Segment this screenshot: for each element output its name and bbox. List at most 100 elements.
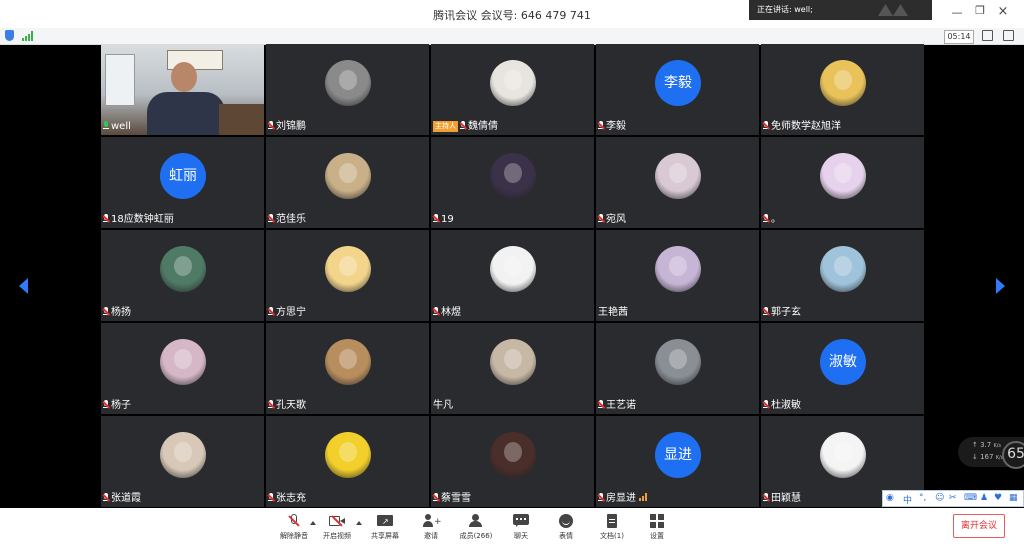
avatar [820, 246, 866, 292]
share-screen-icon: ↗ [377, 514, 393, 528]
participant-tile[interactable]: 王艺诺 [596, 323, 759, 414]
video-options-caret-icon[interactable] [356, 521, 362, 525]
ime-keyboard-icon[interactable]: ⌨ [964, 493, 977, 503]
ime-scissors-icon[interactable]: ✂ [949, 493, 957, 503]
mic-active-icon [103, 121, 109, 130]
participant-tile[interactable]: 杨扬 [101, 230, 264, 321]
restore-icon[interactable]: ❐ [973, 4, 987, 17]
settings-button[interactable]: 设置 [637, 514, 677, 541]
participant-tile[interactable]: 孔天歌 [266, 323, 429, 414]
participant-tile[interactable]: 张志充 [266, 416, 429, 507]
add-user-icon: + [423, 514, 442, 528]
start-video-label: 开启视频 [323, 532, 351, 540]
participant-tile[interactable]: 李毅 李毅 [596, 44, 759, 135]
participant-tile[interactable]: 林煜 [431, 230, 594, 321]
invite-button[interactable]: + 邀请 [411, 514, 451, 541]
participant-label: 杜淑敏 [763, 399, 801, 412]
ime-logo-icon[interactable]: ◉ [886, 493, 894, 503]
members-button[interactable]: 成员(266) [456, 514, 496, 541]
avatar [325, 60, 371, 106]
participant-name: 方思宁 [276, 307, 306, 318]
unmute-button[interactable]: 解除静音 [274, 514, 314, 541]
avatar: 虹丽 [160, 153, 206, 199]
layout-toggle-icon[interactable] [982, 30, 993, 41]
upload-speed: 3.7 [980, 441, 992, 449]
mic-muted-icon [268, 493, 274, 502]
members-label: 成员(266) [459, 532, 493, 540]
fullscreen-icon[interactable] [1003, 30, 1014, 41]
start-video-button[interactable]: 开启视频 [317, 514, 357, 541]
previous-page-arrow-icon[interactable] [19, 278, 28, 294]
avatar [820, 60, 866, 106]
participant-label: 郭子玄 [763, 306, 801, 319]
documents-button[interactable]: 文档(1) [592, 514, 632, 541]
mic-muted-icon [268, 307, 274, 316]
settings-grid-icon [649, 514, 665, 528]
ime-language[interactable]: 中 [903, 493, 912, 506]
documents-label: 文档(1) [600, 532, 624, 540]
participant-tile[interactable]: 虹丽 18应数钟虹丽 [101, 137, 264, 228]
participant-tile[interactable]: 主持人 魏倩倩 [431, 44, 594, 135]
participant-tile[interactable]: well [101, 44, 264, 135]
network-speed-widget[interactable]: ↑ 3.7 K/s ↓ 167 K/s 65 [958, 437, 1024, 469]
participant-tile[interactable]: 19 [431, 137, 594, 228]
mic-muted-icon [460, 121, 466, 130]
mic-muted-icon [598, 121, 604, 130]
participant-tile[interactable]: 显进 房显进 [596, 416, 759, 507]
participant-label: 方思宁 [268, 306, 306, 319]
participant-tile[interactable]: 宛风 [596, 137, 759, 228]
participant-label: 王艳茜 [598, 306, 628, 319]
invite-label: 邀请 [424, 532, 438, 540]
participant-label: 王艺诺 [598, 399, 636, 412]
participant-name: 田颖慧 [771, 493, 801, 504]
mic-muted-icon [103, 400, 109, 409]
participant-tile[interactable]: 淑敏 杜淑敏 [761, 323, 924, 414]
participant-tile[interactable]: 杨子 [101, 323, 264, 414]
participant-name: 林煜 [441, 307, 461, 318]
participant-tile[interactable]: 王艳茜 [596, 230, 759, 321]
network-gauge: 65 [1002, 441, 1024, 469]
participant-tile[interactable]: 方思宁 [266, 230, 429, 321]
download-speed: 167 [980, 453, 994, 461]
participant-label: 杨扬 [103, 306, 131, 319]
leave-meeting-button[interactable]: 离开会议 [953, 514, 1005, 538]
ime-emoji-icon[interactable]: ☺ [935, 493, 944, 503]
participant-tile[interactable]: 范佳乐 [266, 137, 429, 228]
participant-tile[interactable]: 。 [761, 137, 924, 228]
ime-punctuation-icon[interactable]: °, [919, 493, 926, 503]
participant-name: 范佳乐 [276, 214, 306, 225]
audio-options-caret-icon[interactable] [310, 521, 316, 525]
minimize-icon[interactable]: — [950, 6, 964, 19]
participant-tile[interactable]: 刘锦鹏 [266, 44, 429, 135]
participant-tile[interactable]: 蔡雪雪 [431, 416, 594, 507]
network-signal-icon[interactable] [22, 31, 34, 41]
participant-label: 林煜 [433, 306, 461, 319]
participant-name: 。 [771, 214, 781, 225]
participant-tile[interactable]: 牛凡 [431, 323, 594, 414]
participant-label: 田颖慧 [763, 492, 801, 505]
ime-user-icon[interactable]: ♟ [980, 493, 988, 503]
participant-label: 。 [763, 213, 781, 226]
participant-tile[interactable]: 免师数学赵旭洋 [761, 44, 924, 135]
participant-name: 刘锦鹏 [276, 121, 306, 132]
next-page-arrow-icon[interactable] [996, 278, 1005, 294]
mic-muted-icon [598, 493, 604, 502]
chat-button[interactable]: 聊天 [501, 514, 541, 541]
share-screen-button[interactable]: ↗ 共享屏幕 [365, 514, 405, 541]
chat-icon [513, 514, 529, 528]
close-icon[interactable]: × [996, 4, 1010, 19]
participant-tile[interactable]: 张道霞 [101, 416, 264, 507]
ime-menu-icon[interactable]: ▦ [1009, 493, 1018, 503]
participant-label: 19 [433, 213, 454, 226]
participant-tile[interactable]: 郭子玄 [761, 230, 924, 321]
ime-skin-icon[interactable]: ♥ [994, 493, 1002, 503]
participant-name: 王艳茜 [598, 307, 628, 318]
avatar [655, 339, 701, 385]
speaking-text: 正在讲话: well; [757, 5, 813, 14]
mic-muted-icon [268, 400, 274, 409]
avatar [490, 432, 536, 478]
security-shield-icon[interactable] [5, 30, 14, 41]
ime-toolbar[interactable]: ◉ 中 °, ☺ ✂ ⌨ ♟ ♥ ▦ [882, 490, 1024, 507]
avatar [490, 339, 536, 385]
emoji-button[interactable]: 表情 [546, 514, 586, 541]
